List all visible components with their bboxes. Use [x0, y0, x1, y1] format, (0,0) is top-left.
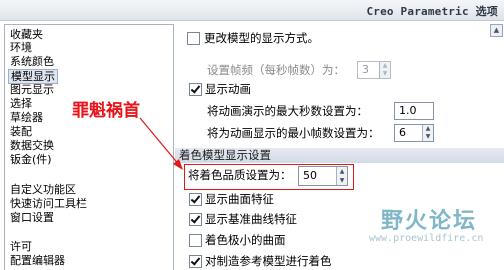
sidebar-item-sketcher[interactable]: 草绘器	[10, 111, 43, 124]
sidebar-item-environment[interactable]: 环境	[10, 41, 32, 54]
sidebar-item-selection[interactable]: 选择	[10, 97, 32, 110]
max-seconds-label: 将动画演示的最大秒数设置为：	[207, 104, 368, 118]
watermark-text: 野火论坛	[381, 209, 478, 234]
frame-rate-spinner[interactable]: 3 ▲ ▼	[357, 61, 391, 79]
show-animation-checkbox[interactable]	[189, 83, 202, 96]
sidebar-item-window-settings[interactable]: 窗口设置	[10, 211, 54, 224]
spin-up-icon[interactable]: ▲	[337, 167, 347, 176]
spin-down-icon[interactable]: ▼	[337, 176, 347, 185]
watermark-url: www.proewildfire.cn	[369, 233, 484, 244]
change-model-display-checkbox[interactable]	[187, 32, 200, 45]
min-frames-spinner[interactable]: 6 ▲ ▼	[394, 124, 434, 142]
shading-quality-label: 将着色品质设置为：	[188, 168, 292, 182]
title-bar: Creo Parametric 选项	[0, 0, 504, 21]
shade-small-surfaces-label: 着色极小的曲面	[205, 233, 286, 247]
annotation-text: 罪魁祸首	[72, 101, 140, 121]
sidebar-item-config-editor[interactable]: 配置编辑器	[10, 254, 65, 267]
frame-rate-arrows[interactable]: ▲ ▼	[379, 62, 390, 78]
forum-watermark: 野火论坛 www.proewildfire.cn	[359, 203, 504, 269]
sidebar-item-system-colors[interactable]: 系统颜色	[10, 55, 54, 68]
spin-up-icon[interactable]: ▲	[380, 62, 390, 70]
show-datum-curves-checkbox[interactable]	[189, 213, 202, 226]
sidebar-item-sheetmetal[interactable]: 钣金(件)	[10, 153, 52, 166]
min-frames-arrows[interactable]: ▲ ▼	[422, 125, 433, 141]
max-seconds-value: 1.0	[399, 104, 417, 117]
sidebar-item-model-display[interactable]: 模型显示	[8, 69, 58, 84]
show-surface-features-checkbox[interactable]	[189, 193, 202, 206]
shading-quality-spinner[interactable]: 50 ▲ ▼	[298, 166, 348, 186]
change-model-display-label: 更改模型的显示方式。	[204, 31, 319, 45]
max-seconds-input[interactable]: 1.0	[394, 102, 434, 120]
shading-quality-arrows[interactable]: ▲ ▼	[336, 167, 347, 185]
shading-section-header: 着色模型显示设置	[175, 148, 504, 163]
spin-up-icon[interactable]: ▲	[423, 125, 433, 133]
sidebar-item-favorites[interactable]: 收藏夹	[10, 28, 43, 41]
show-animation-label: 显示动画	[205, 82, 251, 96]
shading-quality-value: 50	[303, 169, 317, 182]
sidebar-item-data-exchange[interactable]: 数据交换	[10, 139, 54, 152]
min-frames-label: 将为动画显示的最小帧数设置为：	[207, 126, 380, 140]
sidebar-item-customize-ribbon[interactable]: 自定义功能区	[10, 183, 76, 196]
panel-scroll-up-button[interactable]: ▲	[490, 24, 503, 37]
frame-rate-label: 设置帧频（每秒帧数）为：	[207, 63, 345, 77]
sidebar-item-license[interactable]: 许可	[10, 240, 32, 253]
spin-down-icon[interactable]: ▼	[423, 133, 433, 141]
spin-down-icon[interactable]: ▼	[380, 70, 390, 78]
sidebar-item-quick-access-toolbar[interactable]: 快速访问工具栏	[10, 197, 87, 210]
show-datum-curves-label: 显示基准曲线特征	[205, 212, 297, 226]
options-category-list[interactable]: 收藏夹 环境 系统颜色 模型显示 图元显示 选择 草绘器 装配 数据交换 钣金(…	[4, 24, 174, 270]
show-surface-features-label: 显示曲面特征	[205, 192, 274, 206]
frame-rate-value: 3	[362, 63, 369, 76]
window-title: Creo Parametric 选项	[366, 5, 498, 18]
shade-mfg-ref-models-checkbox[interactable]	[189, 255, 202, 268]
sidebar-item-entity-display[interactable]: 图元显示	[10, 83, 54, 96]
shade-mfg-ref-models-label: 对制造参考模型进行着色	[205, 254, 332, 268]
min-frames-value: 6	[399, 126, 406, 139]
shade-small-surfaces-checkbox[interactable]	[189, 234, 202, 247]
sidebar-item-assembly[interactable]: 装配	[10, 125, 32, 138]
